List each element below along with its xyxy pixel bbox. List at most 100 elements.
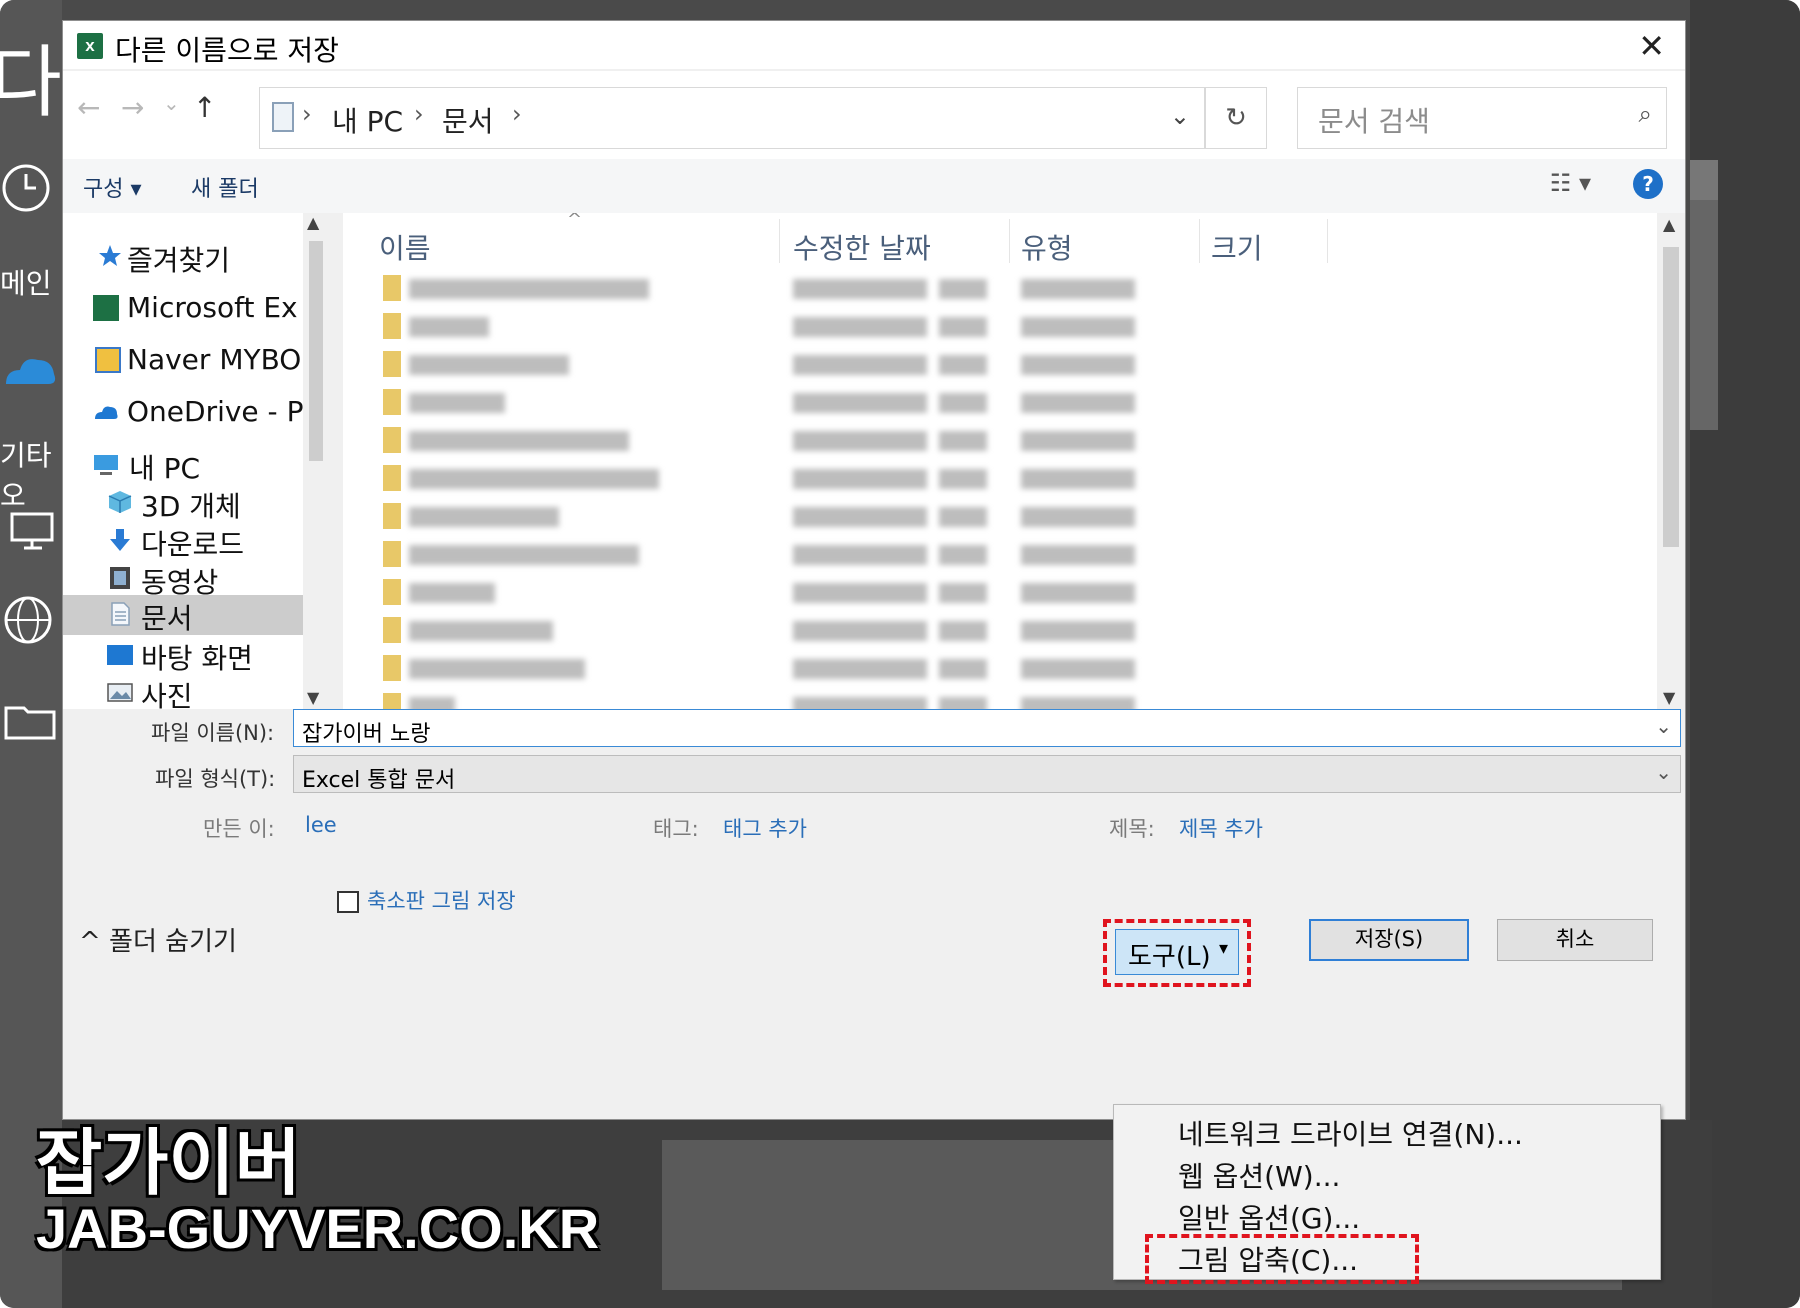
- file-row[interactable]: [343, 349, 1343, 379]
- file-list-scrollbar[interactable]: ▲ ▼: [1657, 213, 1685, 709]
- chevron-down-icon[interactable]: ⌄: [1655, 760, 1672, 784]
- title-label: 제목:: [1109, 817, 1155, 841]
- dialog-title: 다른 이름으로 저장: [115, 34, 339, 67]
- breadcrumb-separator: ›: [414, 100, 424, 128]
- cancel-button[interactable]: 취소: [1497, 919, 1653, 961]
- blurred-text: [939, 317, 987, 337]
- new-folder-button[interactable]: 새 폴더: [191, 171, 259, 203]
- column-header-modified[interactable]: 수정한 날짜: [793, 227, 931, 267]
- address-bar[interactable]: › 내 PC › 문서 › ⌄: [259, 87, 1205, 149]
- blurred-text: [1021, 431, 1135, 451]
- nav-item-label: Microsoft Ex: [127, 291, 298, 324]
- cube-icon: [108, 491, 132, 513]
- file-row[interactable]: [343, 539, 1343, 569]
- column-header-name[interactable]: 이름: [379, 227, 431, 267]
- blurred-text: [793, 431, 927, 451]
- blurred-text: [1021, 279, 1135, 299]
- nav-item-my-pc[interactable]: 내 PC: [63, 445, 303, 485]
- blurred-text: [409, 621, 553, 641]
- column-divider[interactable]: [1009, 219, 1010, 263]
- folder-icon: [383, 579, 401, 605]
- nav-item-favorites[interactable]: 즐겨찾기: [63, 237, 303, 277]
- blurred-text: [793, 621, 927, 641]
- view-options-icon[interactable]: ☷ ▾: [1550, 169, 1591, 197]
- menu-item-web-options[interactable]: 웹 옵션(W)...: [1178, 1155, 1340, 1195]
- nav-item-documents[interactable]: 문서: [63, 595, 303, 635]
- dialog-titlebar: x 다른 이름으로 저장 ✕: [63, 21, 1685, 69]
- background-label-home: 메인: [0, 267, 52, 300]
- breadcrumb-separator: ›: [302, 100, 312, 128]
- save-as-dialog: x 다른 이름으로 저장 ✕ ← → ⌄ ↑ › 내 PC › 문서 › ⌄ ↻…: [62, 20, 1686, 1120]
- organize-button[interactable]: 구성 ▾: [83, 171, 142, 203]
- scroll-down-icon[interactable]: ▼: [1663, 688, 1675, 707]
- nav-item-microsoft-excel[interactable]: Microsoft Ex: [63, 289, 303, 329]
- file-row[interactable]: [343, 311, 1343, 341]
- author-value[interactable]: lee: [305, 813, 337, 837]
- search-box[interactable]: 문서 검색 ⌕: [1297, 87, 1667, 149]
- filename-input[interactable]: 잡가이버 노랑 ⌄: [293, 709, 1681, 747]
- title-value[interactable]: 제목 추가: [1179, 813, 1263, 843]
- close-button[interactable]: ✕: [1638, 27, 1665, 65]
- nav-item-label: OneDrive - P: [127, 395, 303, 428]
- nav-item-naver-mybox[interactable]: Naver MYBO: [63, 341, 303, 381]
- nav-item-3d-objects[interactable]: 3D 개체: [63, 483, 303, 523]
- breadcrumb-my-pc[interactable]: 내 PC: [332, 100, 403, 140]
- file-row[interactable]: [343, 273, 1343, 303]
- tools-button[interactable]: 도구(L) ▾: [1115, 929, 1239, 975]
- blurred-text: [1021, 317, 1135, 337]
- tags-value[interactable]: 태그 추가: [723, 813, 807, 843]
- nav-item-desktop[interactable]: 바탕 화면: [63, 635, 303, 675]
- caret-down-icon: ▾: [1218, 938, 1228, 959]
- blurred-text: [793, 355, 927, 375]
- scroll-thumb[interactable]: [1663, 247, 1679, 547]
- nav-item-onedrive[interactable]: OneDrive - P: [63, 393, 303, 433]
- navigation-pane-scrollbar[interactable]: ▲ ▼: [303, 213, 329, 709]
- scroll-up-icon[interactable]: ▲: [307, 213, 319, 232]
- help-icon[interactable]: ?: [1633, 169, 1663, 199]
- menu-item-map-network-drive[interactable]: 네트워크 드라이브 연결(N)...: [1178, 1113, 1523, 1153]
- column-divider[interactable]: [1199, 219, 1200, 263]
- file-row[interactable]: [343, 577, 1343, 607]
- nav-item-downloads[interactable]: 다운로드: [63, 521, 303, 561]
- file-row[interactable]: [343, 387, 1343, 417]
- filetype-select[interactable]: Excel 통합 문서 ⌄: [293, 755, 1681, 793]
- refresh-button[interactable]: ↻: [1205, 87, 1267, 149]
- scroll-down-icon[interactable]: ▼: [307, 688, 319, 707]
- breadcrumb-separator[interactable]: ›: [512, 100, 522, 128]
- recent-locations-button[interactable]: ⌄: [163, 91, 180, 115]
- computer-icon: [10, 512, 54, 550]
- file-row[interactable]: [343, 425, 1343, 455]
- thumbnail-checkbox[interactable]: [337, 891, 359, 913]
- column-divider[interactable]: [779, 219, 780, 263]
- forward-button[interactable]: →: [121, 91, 144, 124]
- nav-item-label: 다운로드: [141, 528, 245, 561]
- hide-folders-button[interactable]: ^ 폴더 숨기기: [79, 921, 237, 958]
- up-button[interactable]: ↑: [193, 91, 216, 124]
- file-row[interactable]: [343, 463, 1343, 493]
- back-button[interactable]: ←: [77, 91, 100, 124]
- column-divider[interactable]: [1327, 219, 1328, 263]
- blurred-text: [1021, 545, 1135, 565]
- scroll-up-icon[interactable]: ▲: [1663, 215, 1675, 234]
- nav-item-videos[interactable]: 동영상: [63, 559, 303, 599]
- menu-item-general-options[interactable]: 일반 옵션(G)...: [1178, 1197, 1360, 1237]
- thumbnail-label[interactable]: 축소판 그림 저장: [367, 885, 516, 915]
- file-row[interactable]: [343, 691, 1343, 709]
- nav-item-pictures[interactable]: 사진: [63, 673, 303, 709]
- chevron-down-icon[interactable]: ⌄: [1655, 714, 1672, 738]
- column-header-size[interactable]: 크기: [1211, 227, 1263, 267]
- breadcrumb-documents[interactable]: 문서: [442, 100, 494, 140]
- blurred-text: [793, 279, 927, 299]
- file-row[interactable]: [343, 615, 1343, 645]
- file-row[interactable]: [343, 501, 1343, 531]
- address-dropdown-icon[interactable]: ⌄: [1170, 102, 1190, 130]
- author-label: 만든 이:: [203, 817, 275, 841]
- save-button[interactable]: 저장(S): [1309, 919, 1469, 961]
- file-row[interactable]: [343, 653, 1343, 683]
- nav-item-label: 즐겨찾기: [127, 244, 231, 277]
- folder-icon: [383, 389, 401, 415]
- filetype-value: Excel 통합 문서: [302, 768, 456, 793]
- column-header-type[interactable]: 유형: [1021, 227, 1073, 267]
- scroll-thumb[interactable]: [309, 241, 323, 461]
- blurred-text: [1021, 659, 1135, 679]
